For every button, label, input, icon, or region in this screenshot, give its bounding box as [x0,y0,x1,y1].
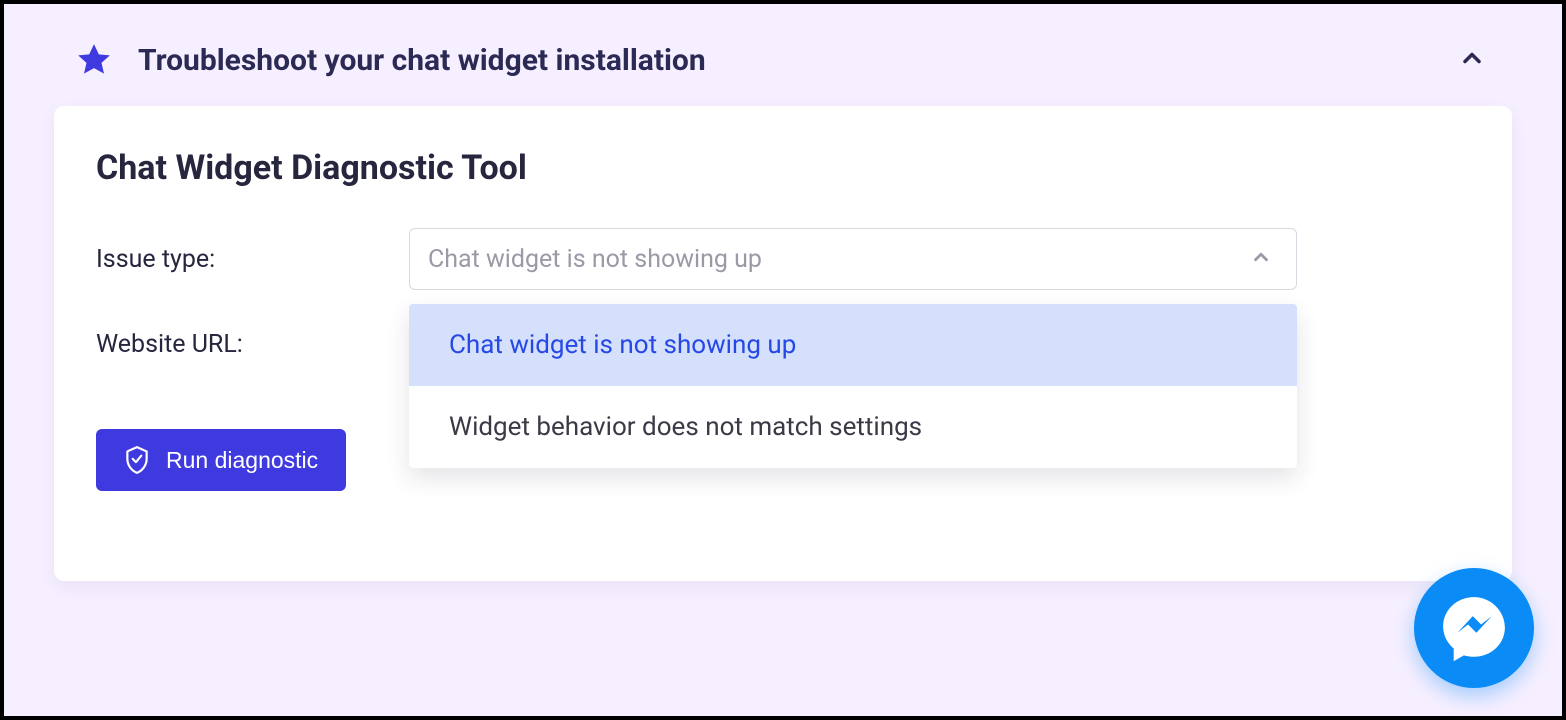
dropdown-option[interactable]: Chat widget is not showing up [409,304,1297,386]
run-button-label: Run diagnostic [166,447,318,474]
run-diagnostic-button[interactable]: Run diagnostic [96,429,346,491]
issue-type-select-wrap: Chat widget is not showing up Chat widge… [409,228,1297,290]
section-title: Troubleshoot your chat widget installati… [138,43,706,78]
website-url-label: Website URL: [96,330,409,359]
section-header: Troubleshoot your chat widget installati… [4,4,1562,82]
header-left-group: Troubleshoot your chat widget installati… [74,40,706,80]
card-title: Chat Widget Diagnostic Tool [96,148,1470,188]
messenger-icon [1436,590,1512,666]
collapse-toggle[interactable] [1452,38,1492,82]
diagnostic-card: Chat Widget Diagnostic Tool Issue type: … [54,106,1512,581]
issue-type-label: Issue type: [96,245,409,274]
star-icon [74,40,114,80]
issue-type-select[interactable]: Chat widget is not showing up [409,228,1297,290]
dropdown-option[interactable]: Widget behavior does not match settings [409,386,1297,468]
issue-type-value: Chat widget is not showing up [428,245,762,274]
issue-type-row: Issue type: Chat widget is not showing u… [96,228,1470,290]
chevron-up-icon [1250,246,1272,272]
messenger-fab[interactable] [1414,568,1534,688]
issue-type-dropdown: Chat widget is not showing up Widget beh… [409,304,1297,468]
shield-check-icon [124,445,150,475]
